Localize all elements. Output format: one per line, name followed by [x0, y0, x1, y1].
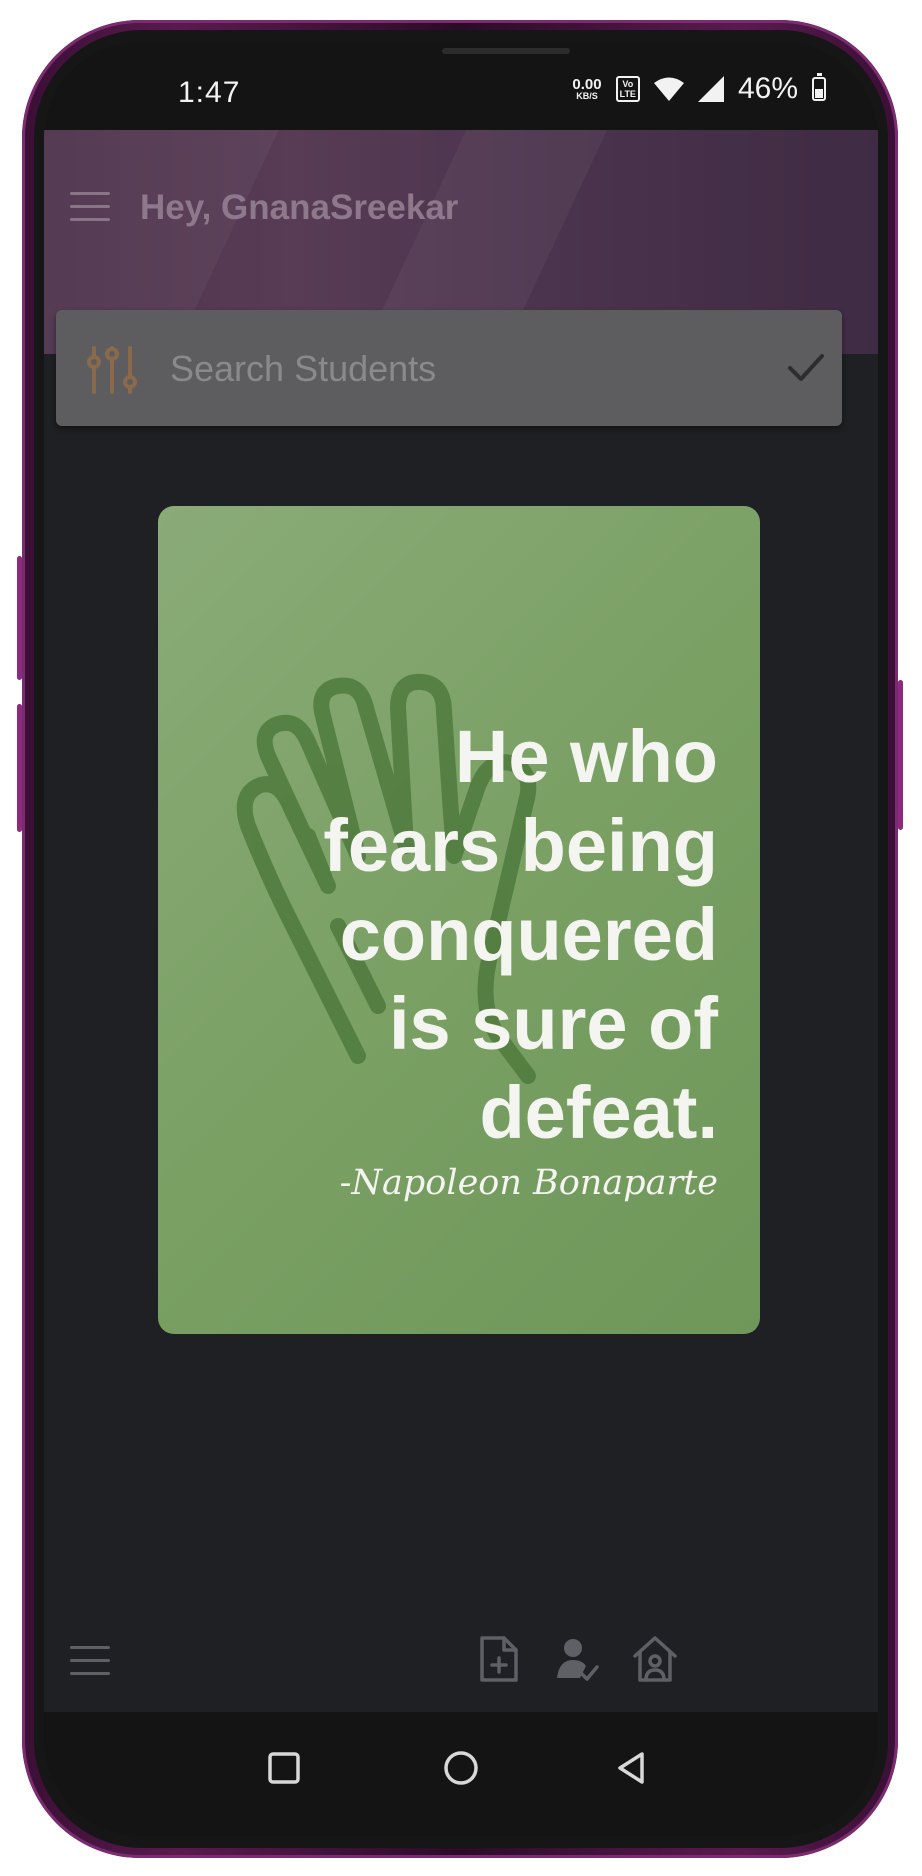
hamburger-menu-icon[interactable] [70, 192, 110, 222]
quote-line: fears being [323, 804, 718, 887]
volte-icon: Vo LTE [615, 76, 640, 102]
volte-bottom-label: LTE [619, 89, 636, 99]
app-header: Hey, GnanaSreekar [44, 130, 878, 426]
status-bar: 1:47 0.00 KB/S Vo LTE 46% [44, 42, 878, 130]
filter-sliders-icon[interactable] [84, 344, 140, 396]
earpiece-speaker [442, 48, 570, 54]
battery-percent: 46% [737, 72, 798, 105]
quote-text: He who fears being conquered is sure of … [198, 712, 718, 1157]
greeting-title: Hey, GnanaSreekar [140, 188, 459, 227]
status-time: 1:47 [178, 76, 241, 109]
net-speed-unit: KB/S [576, 91, 598, 101]
quote-line: is sure of [389, 982, 718, 1065]
student-approve-icon[interactable] [554, 1634, 600, 1684]
hamburger-menu-icon[interactable] [70, 1646, 110, 1676]
cell-signal-icon [697, 76, 724, 102]
net-speed-value: 0.00 [572, 76, 602, 93]
side-button-left-2 [17, 704, 22, 832]
home-circle-icon[interactable] [439, 1746, 483, 1790]
side-button-right [898, 680, 903, 830]
quote-line: He who [454, 715, 718, 798]
wifi-icon [653, 77, 684, 101]
home-icon[interactable] [632, 1634, 678, 1684]
quote-line: conquered [339, 893, 718, 976]
recents-square-icon[interactable] [262, 1746, 306, 1790]
add-document-icon[interactable] [476, 1634, 522, 1684]
quote-card: He who fears being conquered is sure of … [158, 506, 760, 1334]
side-button-left-1 [17, 556, 22, 680]
network-speed-icon: 0.00 KB/S [572, 77, 601, 101]
checkmark-icon[interactable] [786, 350, 826, 386]
system-nav-bar [44, 1712, 878, 1836]
back-triangle-icon[interactable] [610, 1746, 654, 1790]
status-icons: 0.00 KB/S Vo LTE 46% [572, 72, 826, 106]
bottom-app-bar [44, 1612, 878, 1708]
search-bar[interactable] [56, 310, 842, 426]
battery-icon [812, 73, 826, 101]
battery-fill [815, 88, 823, 98]
phone-screen: 1:47 0.00 KB/S Vo LTE 46% Hey, GnanaSree… [44, 42, 878, 1836]
search-input[interactable] [168, 338, 732, 400]
volte-top-label: Vo [622, 79, 634, 89]
quote-author: -Napoleon Bonaparte [339, 1163, 718, 1203]
quote-line: defeat. [479, 1071, 718, 1154]
